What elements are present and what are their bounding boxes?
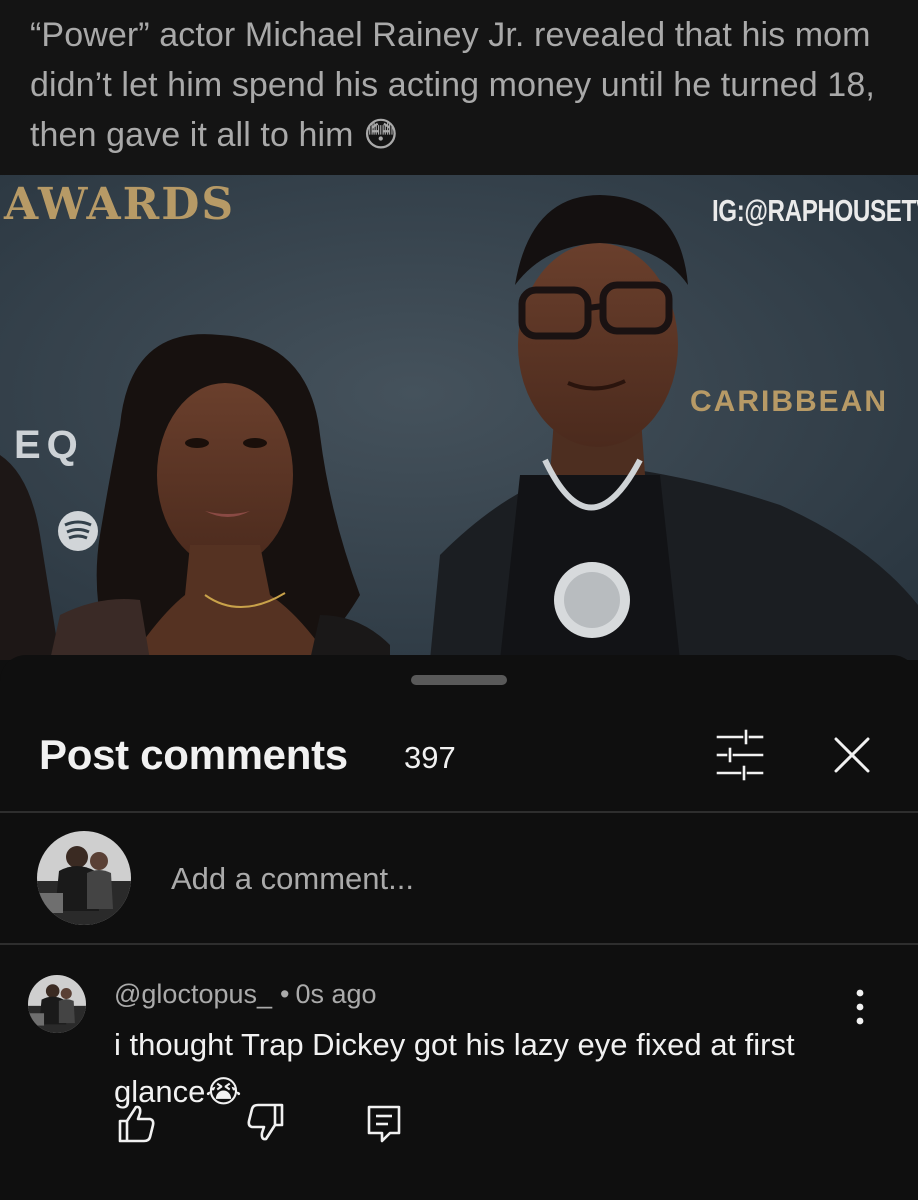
post-caption: “Power” actor Michael Rainey Jr. reveale… [0, 0, 918, 175]
image-watermark: IG:@RAPHOUSETV [712, 193, 918, 228]
dislike-button[interactable] [242, 1099, 290, 1147]
add-comment-row [0, 813, 918, 943]
comment-text: i thought Trap Dickey got his lazy eye f… [114, 1027, 795, 1109]
comment-more-button[interactable] [842, 983, 878, 1031]
input-divider [0, 943, 918, 945]
thumbs-up-icon [118, 1105, 155, 1143]
current-user-avatar [37, 831, 131, 925]
avatar-image [37, 831, 131, 925]
filter-sliders-icon [716, 729, 764, 781]
sheet-title: Post comments [39, 731, 348, 778]
reply-button[interactable] [360, 1099, 408, 1147]
backdrop-caribbean-text: CARIBBEAN [690, 385, 888, 418]
meta-separator: • [280, 979, 290, 1009]
comment-author[interactable]: @gloctopus_ [114, 979, 272, 1009]
add-comment-input[interactable] [171, 857, 871, 901]
post-image[interactable]: AWARDS IG:@RAPHOUSETV CARIBBEAN EQ [0, 175, 918, 660]
close-icon [834, 737, 870, 773]
comments-header: Post comments 397 [0, 715, 918, 811]
comment-meta: @gloctopus_ • 0s ago [114, 979, 377, 1010]
thumbs-down-icon [247, 1103, 284, 1141]
sheet-drag-handle[interactable] [411, 675, 507, 685]
comments-sheet: Post comments 397 Add a comment... @gloc… [0, 655, 918, 1200]
comment-item: @gloctopus_ • 0s ago i thought Trap Dickey… [0, 947, 918, 1200]
filter-button[interactable] [710, 727, 770, 783]
avatar-image [28, 975, 86, 1033]
more-vert-icon [856, 989, 864, 1025]
backdrop-eq-text: EQ [14, 423, 84, 467]
comment-author-avatar[interactable] [28, 975, 86, 1033]
backdrop-awards-text: AWARDS [4, 179, 236, 230]
comment-count: 397 [404, 740, 456, 775]
like-button[interactable] [112, 1099, 160, 1147]
close-button[interactable] [822, 725, 882, 785]
comment-time: 0s ago [295, 979, 377, 1009]
reply-comment-icon [367, 1105, 401, 1143]
